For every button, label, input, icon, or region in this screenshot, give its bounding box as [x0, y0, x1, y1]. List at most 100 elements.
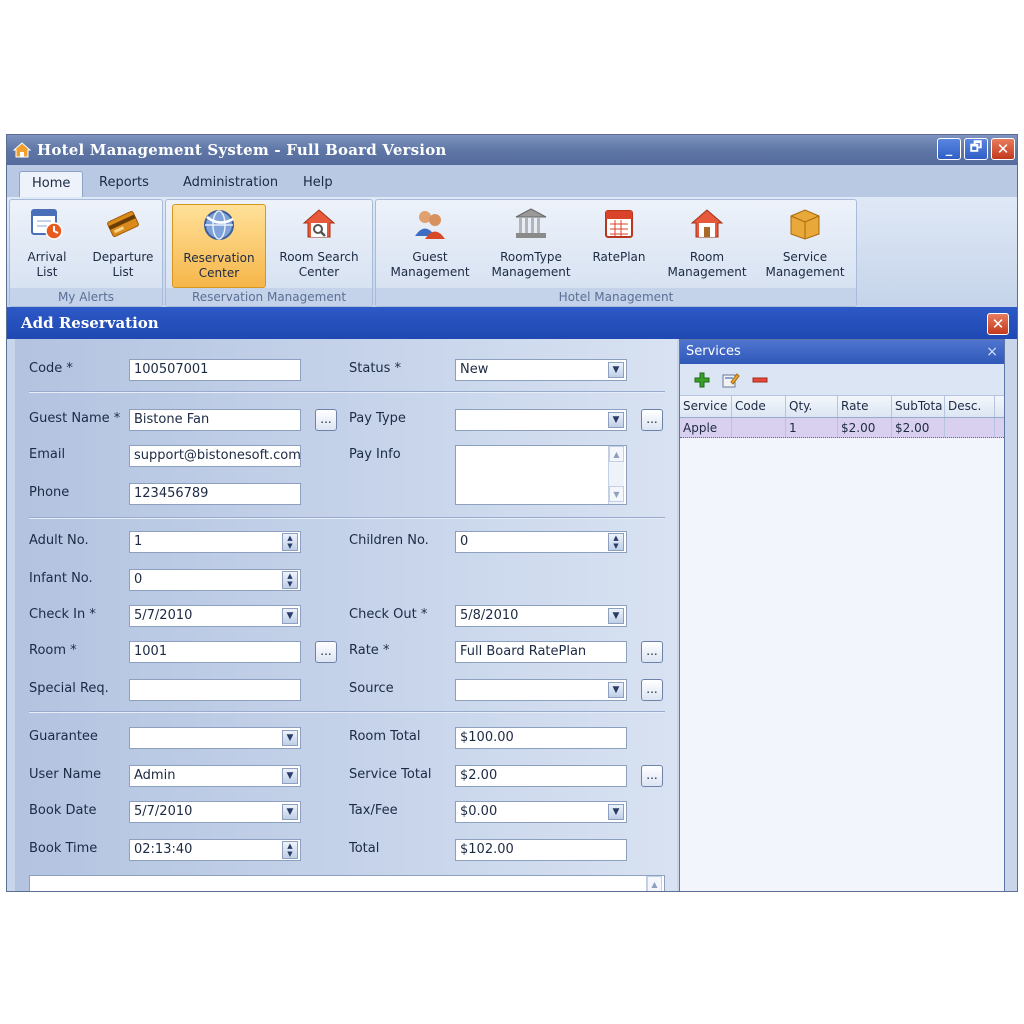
adult-no-stepper[interactable]: 1 ▲ ▼ — [129, 531, 301, 553]
arrival-list-button[interactable]: Arrival List — [12, 204, 82, 288]
spinner-icon[interactable]: ▲ ▼ — [282, 571, 298, 589]
book-date-picker[interactable]: 5/7/2010 ▼ — [129, 801, 301, 823]
infant-no-label: Infant No. — [29, 571, 93, 586]
chevron-down-icon[interactable]: ▼ — [282, 608, 298, 624]
services-close-button[interactable]: × — [986, 340, 998, 364]
adult-no-label: Adult No. — [29, 533, 89, 548]
service-management-button[interactable]: Service Management — [758, 204, 852, 288]
column-code[interactable]: Code — [732, 396, 786, 417]
rate-browse-button[interactable]: ... — [641, 641, 663, 663]
pay-type-browse-button[interactable]: ... — [641, 409, 663, 431]
scroll-down-icon[interactable]: ▼ — [609, 486, 624, 502]
email-input[interactable]: support@bistonesoft.com — [129, 445, 301, 467]
minimize-button[interactable]: _ — [937, 138, 961, 160]
add-icon[interactable] — [694, 372, 710, 388]
total-input[interactable]: $102.00 — [455, 839, 627, 861]
tab-help[interactable]: Help — [291, 171, 345, 197]
phone-label: Phone — [29, 485, 70, 500]
chevron-down-icon[interactable]: ▼ — [282, 730, 298, 746]
calendar-icon — [605, 210, 633, 238]
rateplan-button[interactable]: RatePlan — [582, 204, 656, 288]
children-no-stepper[interactable]: 0 ▲ ▼ — [455, 531, 627, 553]
check-in-picker[interactable]: 5/7/2010 ▼ — [129, 605, 301, 627]
pay-info-scrollbar[interactable]: ▲ ▼ — [608, 446, 624, 504]
group-label-hotel-management: Hotel Management — [376, 288, 856, 306]
departure-list-button[interactable]: Departure List — [86, 204, 160, 288]
edit-icon[interactable] — [722, 372, 740, 388]
close-icon: ✕ — [991, 315, 1005, 333]
calendar-clock-icon — [31, 209, 63, 240]
house-icon — [690, 209, 724, 238]
dialog-title: Add Reservation — [21, 314, 159, 332]
scroll-up-icon[interactable]: ▲ — [609, 446, 624, 462]
guest-management-button[interactable]: Guest Management — [384, 204, 476, 288]
roomtype-management-button[interactable]: RoomType Management — [484, 204, 578, 288]
maximize-button[interactable]: 🗗 — [964, 138, 988, 160]
room-input[interactable]: 1001 — [129, 641, 301, 663]
code-input[interactable]: 100507001 — [129, 359, 301, 381]
source-select[interactable]: ▼ — [455, 679, 627, 701]
source-label: Source — [349, 681, 394, 696]
reservation-center-label-1: Reservation — [183, 251, 255, 265]
notes-textarea[interactable]: ▲ — [29, 875, 665, 891]
guest-browse-button[interactable]: ... — [315, 409, 337, 431]
column-subtotal[interactable]: SubTota — [892, 396, 945, 417]
spinner-icon[interactable]: ▲ ▼ — [282, 841, 298, 859]
notes-scrollbar[interactable]: ▲ — [646, 876, 662, 891]
dialog-close-button[interactable]: ✕ — [987, 313, 1009, 335]
spinner-icon[interactable]: ▲ ▼ — [608, 533, 624, 551]
total-label: Total — [349, 841, 380, 856]
special-req-input[interactable] — [129, 679, 301, 701]
table-row[interactable]: Apple 1 $2.00 $2.00 — [680, 418, 1004, 438]
room-search-center-label-1: Room Search — [279, 250, 359, 264]
room-browse-button[interactable]: ... — [315, 641, 337, 663]
user-name-select[interactable]: Admin ▼ — [129, 765, 301, 787]
reservation-center-label-2: Center — [198, 266, 240, 280]
room-search-center-button[interactable]: Room Search Center — [270, 204, 368, 288]
book-time-stepper[interactable]: 02:13:40 ▲ ▼ — [129, 839, 301, 861]
book-date-label: Book Date — [29, 803, 97, 818]
room-total-input[interactable]: $100.00 — [455, 727, 627, 749]
remove-icon[interactable] — [752, 372, 768, 388]
column-desc[interactable]: Desc. — [945, 396, 995, 417]
chevron-down-icon[interactable]: ▼ — [608, 608, 624, 624]
pay-type-select[interactable]: ▼ — [455, 409, 627, 431]
service-total-input[interactable]: $2.00 — [455, 765, 627, 787]
ribbon-group-my-alerts: Arrival List Departure List My Alerts — [9, 199, 163, 307]
pay-info-textarea[interactable]: ▲ ▼ — [455, 445, 627, 505]
guarantee-select[interactable]: ▼ — [129, 727, 301, 749]
guest-name-input[interactable]: Bistone Fan — [129, 409, 301, 431]
tab-home[interactable]: Home — [19, 171, 84, 197]
close-button[interactable]: ✕ — [991, 138, 1015, 160]
source-browse-button[interactable]: ... — [641, 679, 663, 701]
tab-reports[interactable]: Reports — [87, 171, 161, 197]
divider — [29, 711, 665, 713]
chevron-down-icon[interactable]: ▼ — [608, 682, 624, 698]
chevron-down-icon[interactable]: ▼ — [282, 804, 298, 820]
spinner-icon[interactable]: ▲ ▼ — [282, 533, 298, 551]
scroll-up-icon[interactable]: ▲ — [647, 876, 662, 891]
chevron-down-icon[interactable]: ▼ — [608, 804, 624, 820]
column-rate[interactable]: Rate — [838, 396, 892, 417]
roomtype-management-label-1: RoomType — [500, 250, 562, 264]
reservation-center-button[interactable]: Reservation Center — [172, 204, 266, 288]
children-no-label: Children No. — [349, 533, 429, 548]
cell-subtotal: $2.00 — [892, 418, 945, 437]
chevron-down-icon[interactable]: ▼ — [608, 412, 624, 428]
check-out-picker[interactable]: 5/8/2010 ▼ — [455, 605, 627, 627]
guest-management-label-2: Management — [390, 265, 470, 279]
column-qty[interactable]: Qty. — [786, 396, 838, 417]
chevron-down-icon[interactable]: ▼ — [282, 768, 298, 784]
services-title-bar: Services × — [680, 340, 1004, 364]
tax-fee-select[interactable]: $0.00 ▼ — [455, 801, 627, 823]
service-total-browse-button[interactable]: ... — [641, 765, 663, 787]
room-label: Room * — [29, 643, 77, 658]
infant-no-stepper[interactable]: 0 ▲ ▼ — [129, 569, 301, 591]
rate-input[interactable]: Full Board RatePlan — [455, 641, 627, 663]
column-service[interactable]: Service — [680, 396, 732, 417]
chevron-down-icon[interactable]: ▼ — [608, 362, 624, 378]
status-select[interactable]: New ▼ — [455, 359, 627, 381]
phone-input[interactable]: 123456789 — [129, 483, 301, 505]
tab-administration[interactable]: Administration — [171, 171, 290, 197]
room-management-button[interactable]: Room Management — [660, 204, 754, 288]
